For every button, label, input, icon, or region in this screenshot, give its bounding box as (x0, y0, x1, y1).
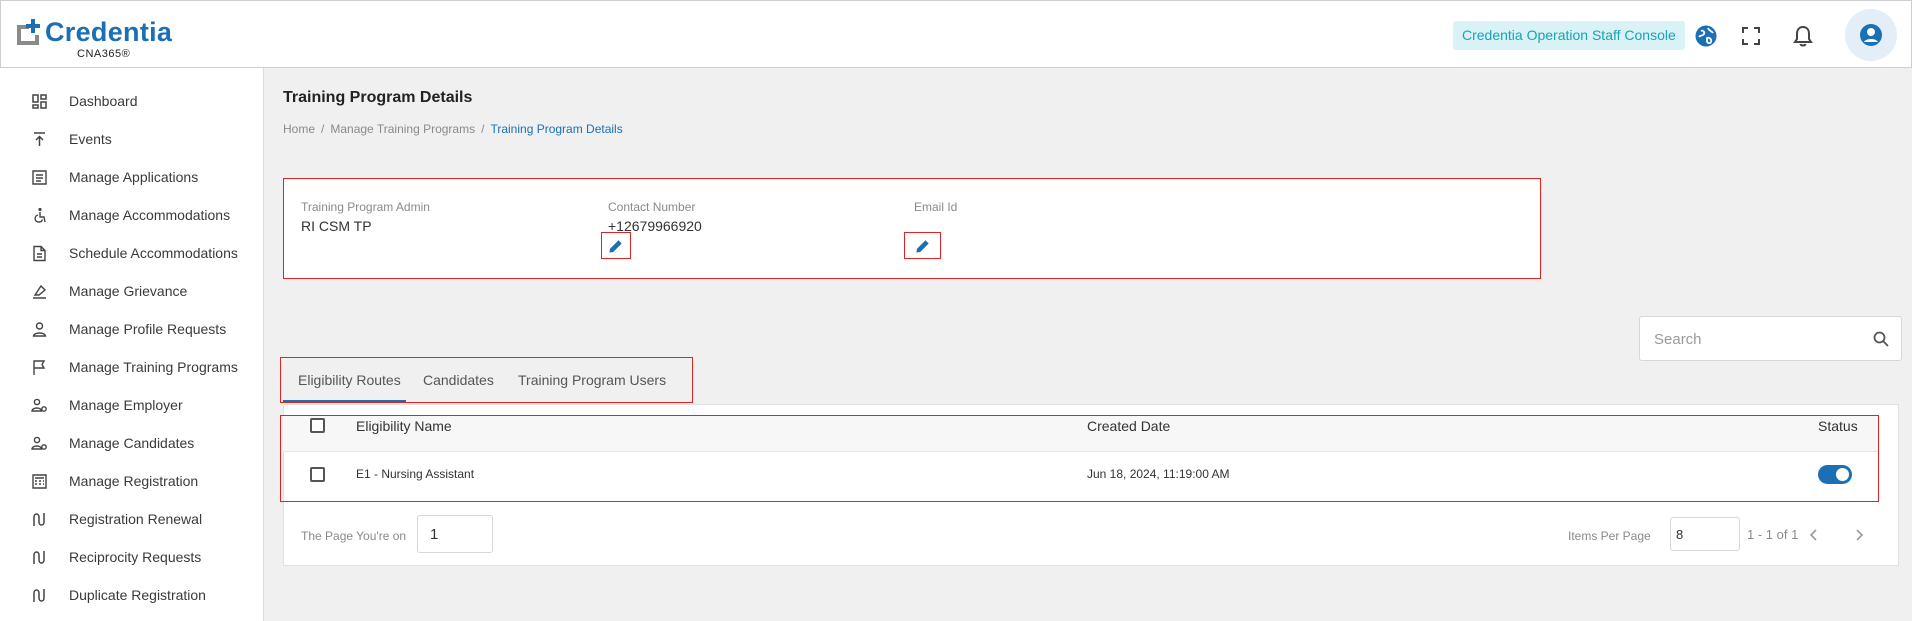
route-icon (33, 513, 45, 526)
sidebar-item-manage-accommodations[interactable]: Manage Accommodations (0, 198, 264, 232)
edit-email-button[interactable] (904, 232, 941, 259)
document-icon (33, 245, 46, 262)
profile-icon (32, 322, 47, 337)
globe-icon[interactable] (1693, 23, 1719, 49)
search-icon[interactable] (1872, 330, 1890, 348)
sidebar-item-duplicate-registration[interactable]: Duplicate Registration (0, 578, 264, 612)
sidebar-item-reciprocity-requests[interactable]: Reciprocity Requests (0, 540, 264, 574)
console-badge[interactable]: Credentia Operation Staff Console (1453, 21, 1685, 50)
flag-icon (33, 360, 46, 375)
sidebar-item-manage-applications[interactable]: Manage Applications (0, 160, 264, 194)
active-tab-indicator (283, 400, 406, 402)
contact-label: Contact Number (608, 200, 696, 214)
fullscreen-icon[interactable] (1738, 23, 1764, 49)
events-icon (34, 132, 45, 146)
tab-candidates[interactable]: Candidates (423, 372, 494, 388)
top-header: Credentia CNA365® Credentia Operation St… (0, 0, 1912, 68)
items-per-page-input[interactable] (1670, 517, 1740, 551)
admin-field: Training Program Admin RI CSM TP (301, 200, 430, 234)
registration-icon (32, 474, 47, 489)
logo-text: Credentia (45, 17, 173, 47)
page-title: Training Program Details (283, 89, 473, 106)
page-range: 1 - 1 of 1 (1747, 527, 1799, 542)
sidebar-item-label: Events (69, 131, 112, 147)
sidebar-item-events[interactable]: Events (0, 122, 264, 156)
sidebar-item-schedule-accommodations[interactable]: Schedule Accommodations (0, 236, 264, 270)
route-icon (33, 551, 45, 564)
sidebar-item-manage-grievance[interactable]: Manage Grievance (0, 274, 264, 308)
sidebar-item-registration-renewal[interactable]: Registration Renewal (0, 502, 264, 536)
employer-icon (31, 398, 47, 412)
sidebar-item-label: Manage Employer (69, 397, 183, 413)
grievance-icon (33, 284, 47, 299)
candidates-icon (31, 436, 47, 450)
sidebar-item-manage-registration[interactable]: Manage Registration (0, 464, 264, 498)
tab-eligibility-routes[interactable]: Eligibility Routes (298, 372, 401, 388)
email-label: Email Id (914, 200, 958, 214)
contact-field: Contact Number +12679966920 (608, 200, 702, 234)
edit-contact-button[interactable] (601, 232, 631, 259)
tab-training-program-users[interactable]: Training Program Users (518, 372, 666, 388)
sidebar-item-label: Duplicate Registration (69, 587, 206, 603)
sidebar-item-manage-profile-requests[interactable]: Manage Profile Requests (0, 312, 264, 346)
sidebar-item-manage-training-programs[interactable]: Manage Training Programs (0, 350, 264, 384)
logo-subtitle: CNA365® (77, 48, 131, 60)
admin-label: Training Program Admin (301, 200, 430, 214)
sidebar-item-label: Manage Registration (69, 473, 199, 489)
sidebar-item-label: Dashboard (69, 93, 138, 109)
program-info-card: Training Program Admin RI CSM TP Contact… (283, 178, 1541, 279)
sidebar-item-manage-employer[interactable]: Manage Employer (0, 388, 264, 422)
email-field: Email Id (914, 200, 957, 234)
chevron-left-icon[interactable] (1807, 528, 1821, 542)
credentia-logo[interactable]: Credentia CNA365® (15, 13, 172, 61)
accessibility-icon (34, 207, 46, 223)
pencil-icon (916, 240, 929, 253)
table-highlight (280, 415, 1879, 502)
sidebar-item-label: Manage Accommodations (69, 207, 231, 223)
page-number-label: The Page You're on (301, 529, 407, 543)
sidebar-item-label: Manage Training Programs (69, 359, 238, 375)
applications-icon (32, 170, 47, 185)
breadcrumb: Home / Manage Training Programs / Training P… (283, 122, 623, 136)
sidebar-item-label: Manage Grievance (69, 283, 188, 299)
breadcrumb-home[interactable]: Home (283, 122, 315, 136)
search-box (1639, 316, 1902, 361)
sidebar-item-label: Manage Applications (69, 169, 199, 185)
sidebar-item-dashboard[interactable]: Dashboard (0, 84, 264, 118)
page-number-input[interactable] (417, 515, 493, 553)
items-per-page-label: Items Per Page (1568, 529, 1651, 543)
sidebar-nav: Dashboard Events Manage Applications Man… (0, 68, 264, 621)
breadcrumb-current: Training Program Details (490, 122, 623, 136)
user-avatar-icon (1860, 24, 1882, 46)
admin-value: RI CSM TP (301, 218, 372, 234)
sidebar-item-label: Registration Renewal (69, 511, 203, 527)
sidebar-item-label: Schedule Accommodations (69, 245, 238, 261)
logo-cross-icon (17, 19, 40, 45)
bell-icon[interactable] (1790, 23, 1816, 49)
sidebar-item-manage-candidates[interactable]: Manage Candidates (0, 426, 264, 460)
user-avatar[interactable] (1845, 9, 1897, 61)
search-input[interactable] (1654, 328, 1854, 350)
chevron-right-icon[interactable] (1852, 528, 1866, 542)
breadcrumb-manage-training-programs[interactable]: Manage Training Programs (330, 122, 475, 136)
sidebar-item-label: Reciprocity Requests (69, 549, 202, 565)
pencil-icon (609, 240, 622, 253)
sidebar-item-label: Manage Candidates (69, 435, 195, 451)
route-icon (33, 589, 45, 602)
sidebar-item-label: Manage Profile Requests (69, 321, 227, 337)
dashboard-icon (32, 94, 47, 109)
